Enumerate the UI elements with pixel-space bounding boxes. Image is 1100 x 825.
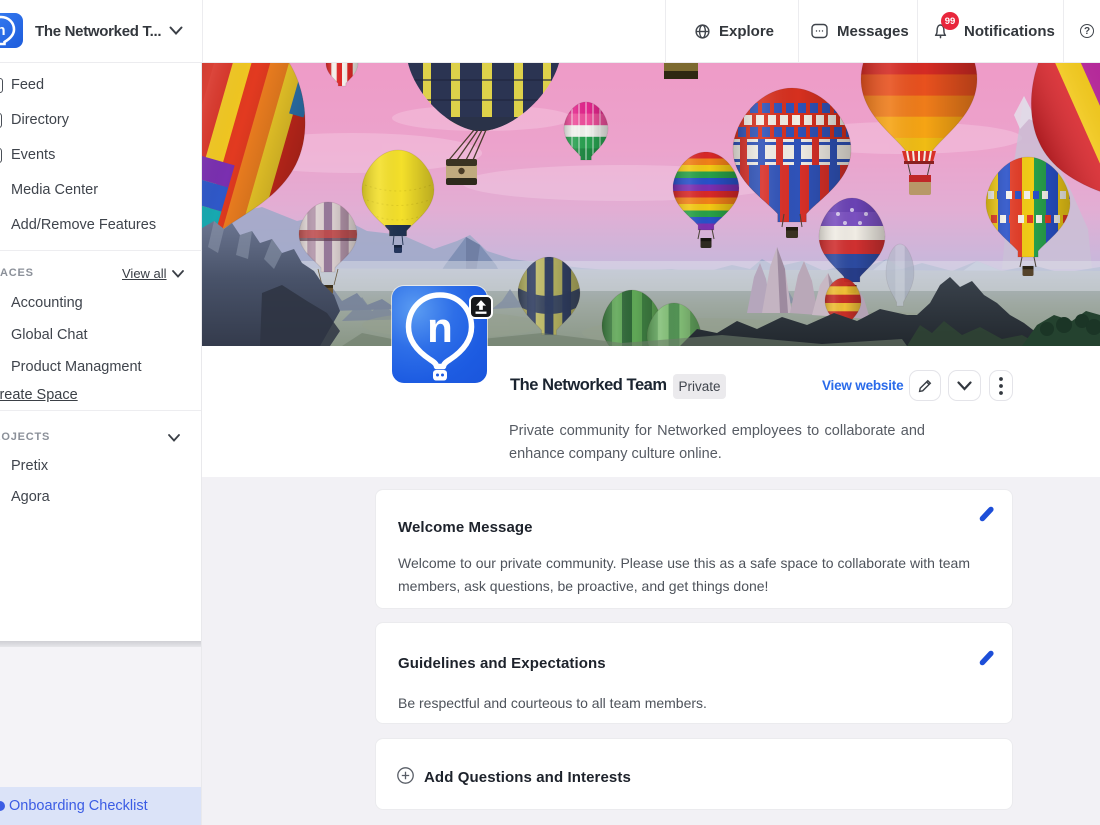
svg-text:n: n [0, 22, 6, 39]
svg-text:n: n [427, 304, 453, 351]
